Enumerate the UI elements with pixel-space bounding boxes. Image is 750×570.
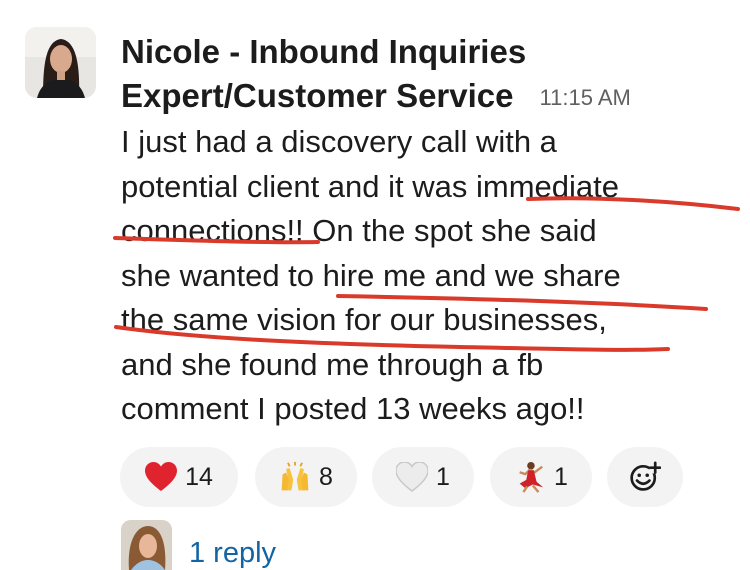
message-line: and she found me through a fb (121, 346, 544, 382)
reaction-count: 8 (319, 462, 333, 491)
red-heart-icon (145, 461, 178, 493)
dancer-icon (514, 461, 546, 493)
reply-avatar[interactable] (121, 520, 172, 570)
reaction-raised-hands[interactable]: 8 (255, 447, 357, 507)
message-header: Nicole - Inbound Inquiries Expert/Custom… (121, 30, 721, 120)
reaction-count: 1 (436, 462, 450, 491)
author-name-line-1[interactable]: Nicole - Inbound Inquiries (121, 30, 721, 74)
author-avatar[interactable] (25, 27, 96, 98)
add-emoji-icon (629, 461, 661, 493)
author-name[interactable]: Nicole - Inbound Inquiries Expert/Custom… (121, 30, 721, 120)
message-line: the same vision for our businesses, (121, 302, 607, 337)
author-name-line-2[interactable]: Expert/Customer Service (121, 77, 514, 114)
message-line: potential client and it was immediate (121, 168, 619, 204)
reaction-dancer[interactable]: 1 (490, 447, 592, 507)
message-line: connections!! On the spot she said (121, 213, 597, 248)
raised-hands-icon (279, 461, 311, 493)
add-reaction-button[interactable] (607, 447, 683, 507)
message-line: I just had a discovery call with a (121, 124, 557, 159)
white-heart-icon (396, 461, 429, 493)
message-body: I just had a discovery call with a poten… (121, 120, 721, 432)
message-line: comment I posted 13 weeks ago!! (121, 391, 585, 426)
reaction-white-heart[interactable]: 1 (372, 447, 474, 507)
message-line: she wanted to hire me and we share (121, 257, 621, 293)
reaction-count: 14 (185, 462, 213, 491)
reaction-red-heart[interactable]: 14 (120, 447, 238, 507)
reaction-count: 1 (554, 462, 568, 491)
timestamp[interactable]: 11:15 AM (540, 85, 631, 110)
thread-reply-link[interactable]: 1 reply (189, 537, 276, 570)
